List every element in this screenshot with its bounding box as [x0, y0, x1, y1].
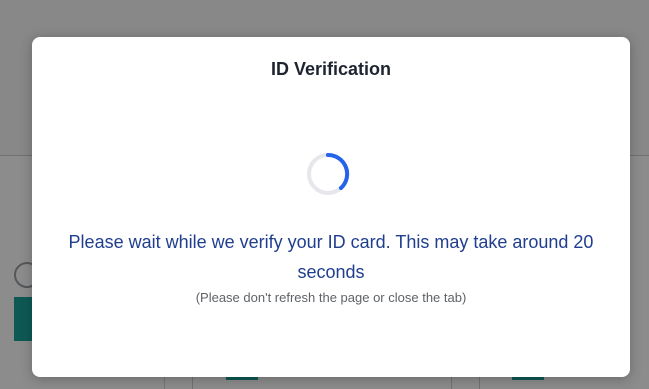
- refresh-warning-hint: (Please don't refresh the page or close …: [195, 290, 467, 305]
- id-verification-modal: ID Verification Please wait while we ver…: [32, 37, 630, 377]
- modal-title: ID Verification: [270, 59, 392, 79]
- verification-message: Please wait while we verify your ID card…: [68, 232, 594, 282]
- page: ID Verification Please wait while we ver…: [0, 0, 649, 389]
- loading-spinner-icon: [307, 152, 350, 195]
